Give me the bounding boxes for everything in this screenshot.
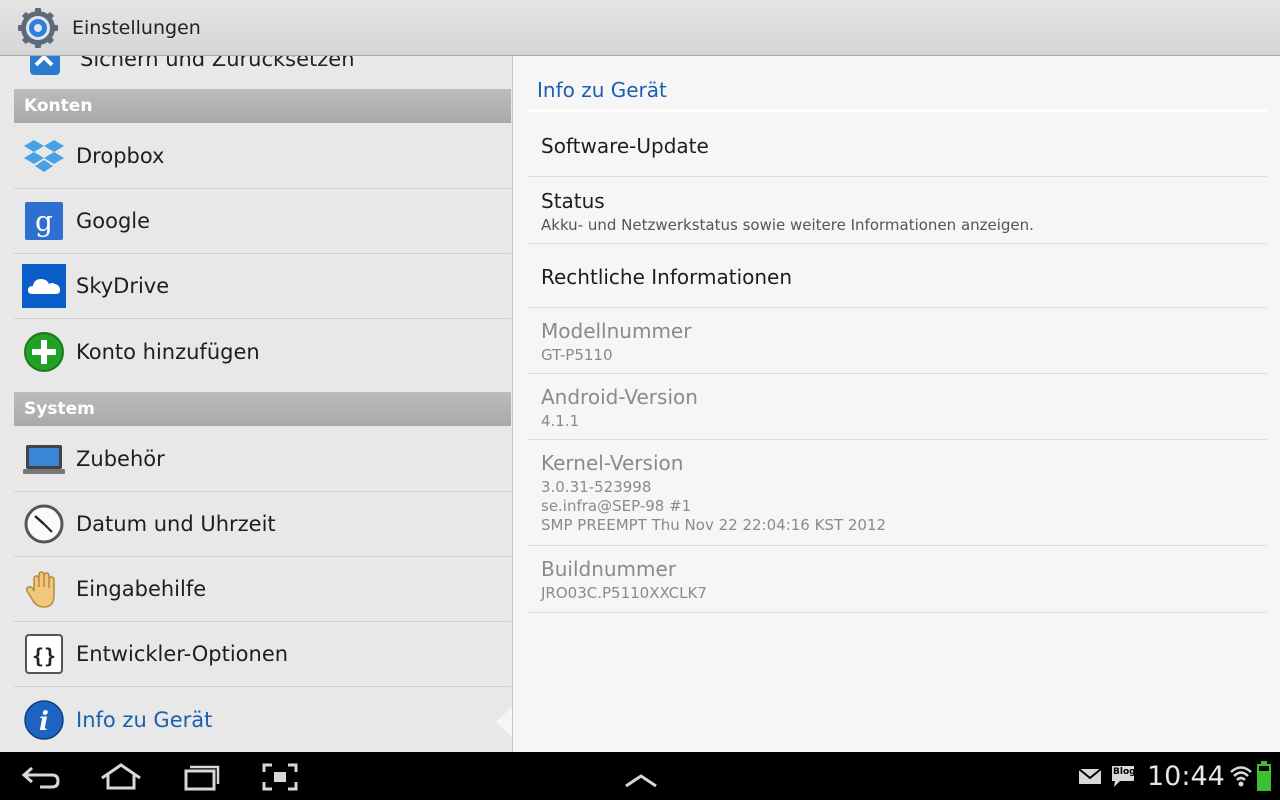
detail-item-title: Rechtliche Informationen: [541, 265, 793, 289]
system-item-datum-uhrzeit[interactable]: Datum und Uhrzeit: [14, 492, 511, 557]
system-item-label: Entwickler-Optionen: [76, 642, 289, 666]
detail-item-summary: JRO03C.P5110XXCLK7: [541, 584, 707, 602]
svg-text:g: g: [35, 205, 53, 238]
account-item-label: Google: [76, 209, 151, 233]
account-item-label: SkyDrive: [76, 274, 170, 298]
section-header-system: System: [14, 392, 511, 426]
detail-item-software-update[interactable]: Software-Update: [527, 114, 1267, 177]
system-item-eingabehilfe[interactable]: Eingabehilfe: [14, 557, 511, 622]
info-icon: i: [22, 698, 66, 742]
app-title: Einstellungen: [72, 16, 201, 39]
detail-item-buildnummer: Buildnummer JRO03C.P5110XXCLK7: [527, 546, 1267, 613]
system-bar: Blog 10:44: [0, 752, 1280, 800]
selection-pointer: [496, 706, 513, 738]
google-icon: g: [22, 199, 66, 243]
status-clock: 10:44: [1147, 761, 1225, 792]
battery-level-fill: [1259, 771, 1269, 789]
blog-badge-text: Blog: [1113, 767, 1136, 777]
screenshot-icon[interactable]: [255, 762, 305, 792]
detail-item-summary: GT-P5110: [541, 346, 613, 364]
back-icon[interactable]: [18, 762, 68, 792]
detail-item-title: Modellnummer: [541, 319, 692, 343]
detail-item-legal[interactable]: Rechtliche Informationen: [527, 244, 1267, 308]
detail-item-modellnummer: Modellnummer GT-P5110: [527, 308, 1267, 374]
detail-item-summary-line: 3.0.31-523998: [541, 478, 652, 496]
system-item-info-zu-geraet[interactable]: i Info zu Gerät: [14, 687, 511, 752]
braces-icon: {}: [22, 632, 66, 676]
detail-item-title: Buildnummer: [541, 557, 677, 581]
detail-item-summary-line: se.infra@SEP-98 #1: [541, 497, 692, 515]
clock-icon: [22, 502, 66, 546]
wifi-icon: [1230, 764, 1252, 792]
list-item-backup-reset[interactable]: Sichern und Zurücksetzen: [14, 56, 511, 84]
detail-item-title: Kernel-Version: [541, 451, 684, 475]
account-item-skydrive[interactable]: SkyDrive: [14, 254, 511, 319]
detail-header: Info zu Gerät: [527, 78, 1267, 112]
system-item-zubehoer[interactable]: Zubehör: [14, 427, 511, 492]
gmail-icon[interactable]: [1078, 766, 1102, 790]
detail-item-title: Status: [541, 189, 605, 213]
detail-item-status[interactable]: Status Akku- und Netzwerkstatus sowie we…: [527, 177, 1267, 244]
svg-text:i: i: [39, 707, 49, 737]
system-item-label: Datum und Uhrzeit: [76, 512, 276, 536]
account-item-dropbox[interactable]: Dropbox: [14, 124, 511, 189]
skydrive-icon: [22, 264, 66, 308]
dropbox-icon: [22, 134, 66, 178]
accessory-icon: [22, 437, 66, 481]
system-item-label: Zubehör: [76, 447, 165, 471]
detail-item-title: Android-Version: [541, 385, 698, 409]
add-account-label: Konto hinzufügen: [76, 339, 260, 364]
detail-item-summary: Akku- und Netzwerkstatus sowie weitere I…: [541, 216, 1034, 234]
settings-gear-icon[interactable]: [18, 7, 58, 48]
system-item-label: Info zu Gerät: [76, 707, 213, 732]
svg-text:{}: {}: [32, 644, 56, 668]
hand-icon: [22, 567, 66, 611]
add-account-item[interactable]: Konto hinzufügen: [14, 319, 511, 384]
add-account-icon: [22, 330, 66, 374]
list-item-label: Sichern und Zurücksetzen: [80, 56, 355, 71]
backup-icon: [22, 56, 66, 81]
detail-item-summary: 4.1.1: [541, 412, 580, 430]
detail-pane: Info zu Gerät Software-Update Status Akk…: [512, 56, 1280, 752]
blog-icon[interactable]: Blog: [1110, 763, 1136, 789]
account-item-google[interactable]: g Google: [14, 189, 511, 254]
detail-item-android-version: Android-Version 4.1.1: [527, 374, 1267, 440]
home-icon[interactable]: [96, 762, 146, 792]
detail-item-title: Software-Update: [541, 134, 709, 158]
section-header-konten: Konten: [14, 89, 511, 123]
recent-apps-icon[interactable]: [176, 762, 226, 792]
detail-item-kernel-version: Kernel-Version 3.0.31-523998 se.infra@SE…: [527, 440, 1267, 546]
system-item-entwickler-optionen[interactable]: {} Entwickler-Optionen: [14, 622, 511, 687]
account-item-label: Dropbox: [76, 144, 165, 168]
detail-item-summary-line: SMP PREEMPT Thu Nov 22 22:04:16 KST 2012: [541, 516, 887, 534]
action-bar: Einstellungen: [0, 0, 1280, 56]
battery-icon: [1257, 761, 1271, 791]
system-item-label: Eingabehilfe: [76, 577, 207, 601]
settings-list[interactable]: Sichern und Zurücksetzen Konten Dropbox …: [0, 56, 512, 752]
up-arrow-icon[interactable]: [616, 762, 666, 792]
